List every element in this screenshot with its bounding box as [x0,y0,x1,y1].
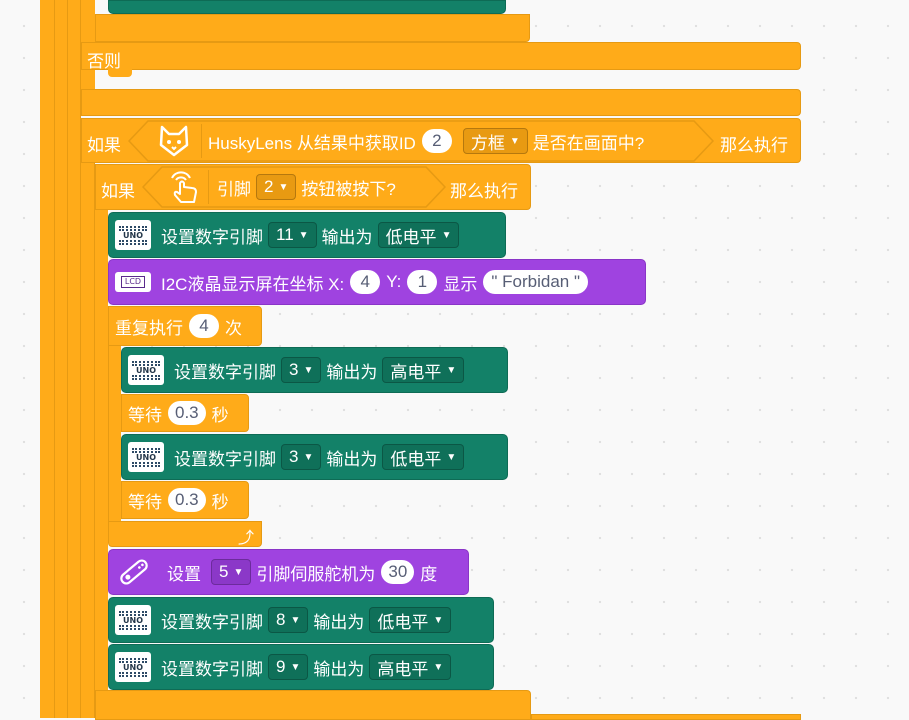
gpio-level-dropdown[interactable]: 低电平 ▼ [382,444,465,470]
gpio-output-label: 输出为 [321,227,373,247]
servo-pin-dropdown[interactable]: 5 ▼ [211,559,252,585]
button-pin-dropdown[interactable]: 2 ▼ [256,174,297,200]
if-label-2: 如果 [101,182,135,201]
lcd-text-input[interactable]: " Forbidan " [483,270,588,294]
chevron-down-icon: ▼ [446,364,457,376]
gpio-level-dropdown[interactable]: 高电平 ▼ [382,357,465,383]
nested-c-block-arm-1 [55,0,67,718]
huskylens-icon [156,123,192,159]
lcd-y-label: Y: [386,272,402,291]
uno-board-icon: UNO [128,442,164,472]
gpio-level-dropdown[interactable]: 低电平 ▼ [369,607,452,633]
servo-icon [115,553,153,591]
button-suffix: 按钮被按下? [301,179,396,199]
chevron-down-icon: ▼ [298,229,309,241]
huskylens-divider [201,124,202,158]
gpio-pin-dropdown[interactable]: 11 ▼ [268,222,317,248]
gpio-pin-dropdown[interactable]: 8 ▼ [268,607,309,633]
huskylens-text: HuskyLens 从结果中获取ID [208,133,416,153]
huskylens-suffix: 是否在画面中? [532,133,645,153]
touch-hand-icon [164,168,202,206]
lcd-show-label: 显示 [443,274,478,294]
wait-unit: 秒 [211,405,229,425]
gpio-output-label: 输出为 [313,612,365,632]
repeat-times-input[interactable]: 4 [189,314,219,338]
uno-board-icon: UNO [115,220,151,250]
if-huskylens-arm [81,163,95,718]
then-label-2: 那么执行 [450,182,518,201]
gpio-block-1[interactable]: UNO 设置数字引脚 11 ▼ 输出为 低电平 ▼ [108,212,506,258]
wait-seconds-input[interactable]: 0.3 [168,401,206,425]
wait-label: 等待 [128,405,162,425]
upper-if-bottom [95,14,530,42]
pin-label: 引脚 [217,179,251,199]
gpio-block-5[interactable]: UNO 设置数字引脚 9 ▼ 输出为 高电平 ▼ [108,644,494,690]
repeat-label: 重复执行 [115,318,183,338]
servo-angle-input[interactable]: 30 [381,560,415,584]
huskylens-box-dropdown[interactable]: 方框 ▼ [462,128,528,154]
lcd-display-block[interactable]: LCD I2C液晶显示屏在坐标 X: 4 Y: 1 显示 " Forbidan … [108,259,646,305]
chevron-down-icon: ▼ [278,181,289,193]
uno-board-icon: UNO [128,355,164,385]
lcd-x-input[interactable]: 4 [350,270,381,294]
huskylens-id-input[interactable]: 2 [421,129,452,153]
gpio-block-partial[interactable] [108,0,506,14]
gpio-pin-dropdown[interactable]: 3 ▼ [281,444,322,470]
lcd-label: I2C液晶显示屏在坐标 X: [161,274,345,294]
chevron-down-icon: ▼ [509,135,520,147]
servo-set-label: 设置 [167,564,201,584]
repeat-arm [108,346,121,522]
nested-c-block-arm-2 [68,0,80,718]
gpio-level-dropdown[interactable]: 高电平 ▼ [369,654,452,680]
gpio-label: 设置数字引脚 [174,362,276,382]
wait-unit: 秒 [211,492,229,512]
upper-if-arm [81,0,95,44]
else-header[interactable] [81,42,801,70]
else-bottom [81,89,801,116]
repeat-unit: 次 [225,318,242,338]
chevron-down-icon: ▼ [441,229,452,241]
then-label: 那么执行 [720,136,788,155]
chevron-down-icon: ▼ [433,614,444,626]
lcd-y-input[interactable]: 1 [407,270,438,294]
button-divider [208,170,209,204]
gpio-block-4[interactable]: UNO 设置数字引脚 8 ▼ 输出为 低电平 ▼ [108,597,494,643]
chevron-down-icon: ▼ [303,364,314,376]
loop-arrow-icon: ⤴ [238,530,255,547]
uno-board-icon: UNO [115,652,151,682]
wait-seconds-input[interactable]: 0.3 [168,488,206,512]
gpio-output-label: 输出为 [313,659,365,679]
outer-c-block-arm [40,0,54,718]
chevron-down-icon: ▼ [233,566,244,578]
gpio-label: 设置数字引脚 [174,449,276,469]
servo-mid-label: 引脚伺服舵机为 [256,564,376,584]
gpio-block-2[interactable]: UNO 设置数字引脚 3 ▼ 输出为 高电平 ▼ [121,347,508,393]
gpio-level-dropdown[interactable]: 低电平 ▼ [377,222,460,248]
if-button-arm-line [94,164,95,718]
chevron-down-icon: ▼ [433,661,444,673]
gpio-output-label: 输出为 [326,449,378,469]
if-huskylens-bottom-edge [531,714,801,720]
gpio-block-3[interactable]: UNO 设置数字引脚 3 ▼ 输出为 低电平 ▼ [121,434,508,480]
chevron-down-icon: ▼ [303,451,314,463]
if-button-arm [95,210,108,718]
servo-block[interactable]: 设置 5 ▼ 引脚伺服舵机为 30 度 [108,549,469,595]
gpio-output-label: 输出为 [326,362,378,382]
gpio-pin-dropdown[interactable]: 9 ▼ [268,654,309,680]
lcd-icon: LCD [115,272,151,292]
uno-board-icon: UNO [115,605,151,635]
else-arm [81,70,95,90]
gpio-label: 设置数字引脚 [161,612,263,632]
chevron-down-icon: ▼ [446,451,457,463]
gpio-pin-dropdown[interactable]: 3 ▼ [281,357,322,383]
wait-label: 等待 [128,492,162,512]
gpio-label: 设置数字引脚 [161,227,263,247]
if-label: 如果 [87,136,121,155]
if-button-bottom [95,690,531,720]
else-empty-slot-notch [108,69,132,77]
servo-unit: 度 [420,564,438,584]
chevron-down-icon: ▼ [290,661,301,673]
gpio-label: 设置数字引脚 [161,659,263,679]
chevron-down-icon: ▼ [290,614,301,626]
